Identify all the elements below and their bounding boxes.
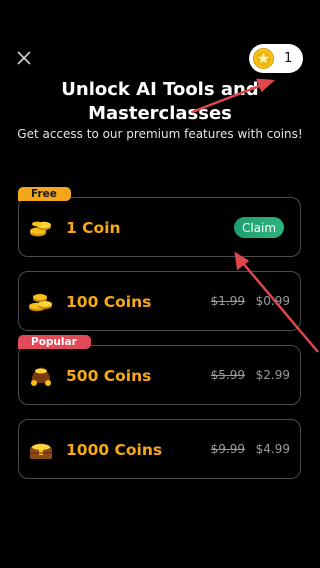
package-card-1-coin[interactable]: Free 1 Coin Claim: [18, 187, 301, 257]
coin-stack-small-icon: [30, 221, 51, 237]
close-button[interactable]: [12, 46, 36, 70]
sale-price: $4.99: [255, 442, 290, 456]
claim-button[interactable]: Claim: [234, 217, 284, 238]
star-coin-icon: [253, 48, 274, 69]
coin-balance-pill[interactable]: 1: [249, 44, 303, 73]
treasure-chest-icon: [30, 443, 52, 459]
original-price: $1.99: [210, 294, 245, 308]
free-badge: Free: [18, 187, 71, 201]
page-title: Unlock AI Tools and Masterclasses: [0, 78, 320, 126]
package-name: 100 Coins: [66, 293, 152, 311]
title-line-1: Unlock AI Tools and: [61, 79, 259, 100]
sale-price: $0.99: [255, 294, 290, 308]
package-card-100-coins[interactable]: 100 Coins $1.99 $0.99: [18, 271, 301, 331]
package-name: 500 Coins: [66, 367, 152, 385]
coin-stack-medium-icon: [29, 294, 52, 312]
package-name: 1 Coin: [66, 219, 121, 237]
title-line-2: Masterclasses: [88, 103, 232, 124]
page-subtitle: Get access to our premium features with …: [17, 127, 303, 141]
sale-price: $2.99: [255, 368, 290, 382]
package-card-500-coins[interactable]: Popular 500 Coins $5.99 $2.99: [18, 335, 301, 405]
package-card-1000-coins[interactable]: 1000 Coins $9.99 $4.99: [18, 419, 301, 479]
coin-balance-value: 1: [284, 51, 293, 66]
popular-badge: Popular: [18, 335, 91, 349]
close-icon: [17, 51, 31, 65]
original-price: $5.99: [210, 368, 245, 382]
coin-bag-icon: [31, 367, 51, 386]
package-name: 1000 Coins: [66, 441, 163, 459]
original-price: $9.99: [210, 442, 245, 456]
